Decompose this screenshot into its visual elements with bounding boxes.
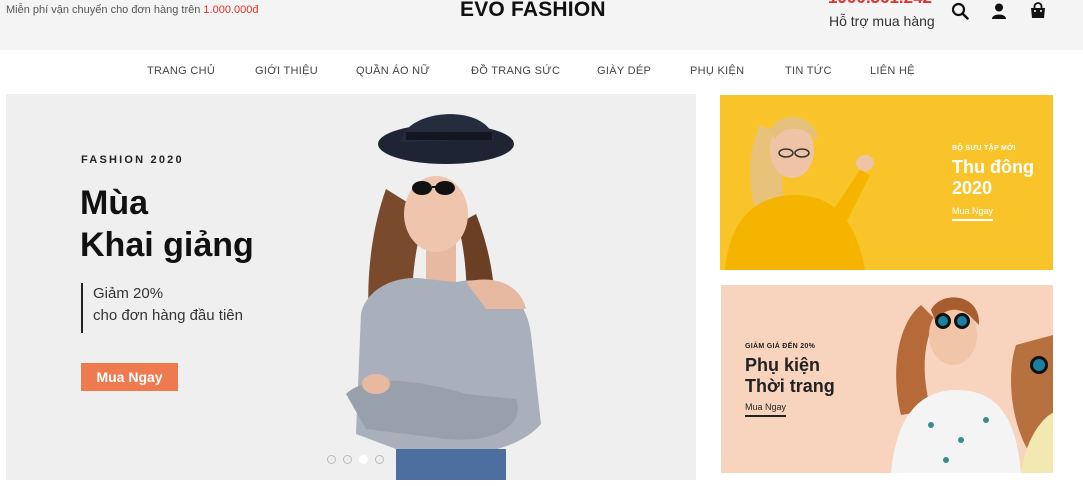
banner-title-line2: 2020 — [952, 178, 993, 198]
banner-title-line1: Phụ kiện — [745, 355, 821, 375]
nav-item-jewelry[interactable]: ĐỒ TRANG SỨC — [471, 65, 560, 77]
nav-item-home[interactable]: TRANG CHỦ — [147, 65, 215, 77]
slider-dot-2[interactable] — [343, 455, 352, 464]
hero-buy-now-button[interactable]: Mua Ngay — [81, 363, 178, 391]
banner-autumn-winter[interactable]: BỘ SƯU TẬP MỚI Thu đông 2020 Mua Ngay — [720, 95, 1053, 270]
hero-slider[interactable]: FASHION 2020 Mùa Khai giảng Giảm 20% cho… — [6, 94, 696, 480]
hero-title-line2: Khai giảng — [80, 226, 254, 264]
banner-title-line2: Thời trang — [745, 376, 835, 396]
nav-item-contact[interactable]: LIÊN HỆ — [870, 65, 915, 77]
banner-title-line1: Thu đông — [952, 157, 1034, 177]
slider-dot-3[interactable] — [359, 455, 368, 464]
hero-title: Mùa Khai giảng — [80, 182, 254, 266]
hero-title-line1: Mùa — [80, 184, 148, 222]
site-logo[interactable]: EVO FASHION — [460, 0, 606, 22]
nav-item-news[interactable]: TIN TỨC — [785, 65, 832, 77]
hero-offer-line2: cho đơn hàng đầu tiên — [93, 307, 243, 324]
shipping-promo: Miễn phí vận chuyển cho đơn hàng trên 1.… — [6, 4, 258, 16]
hero-offer: Giảm 20% cho đơn hàng đầu tiên — [81, 283, 243, 333]
nav-item-women-clothing[interactable]: QUẦN ÁO NỮ — [356, 65, 430, 77]
banner-title: Phụ kiện Thời trang — [745, 355, 835, 397]
top-bar: Miễn phí vận chuyển cho đơn hàng trên 1.… — [0, 0, 1083, 50]
promo-text: Miễn phí vận chuyển cho đơn hàng trên — [6, 4, 204, 16]
slider-dot-4[interactable] — [375, 455, 384, 464]
banner-model-image — [725, 117, 874, 270]
banner-buy-now-link[interactable]: Mua Ngay — [952, 206, 994, 221]
support-label: Hỗ trợ mua hàng — [829, 13, 935, 29]
banner-models-image — [891, 297, 1053, 473]
shopping-bag-icon[interactable] — [1029, 2, 1047, 20]
main-nav: TRANG CHỦ GIỚI THIỆU QUẦN ÁO NỮ ĐỒ TRANG… — [0, 50, 1083, 94]
hero-eyebrow: FASHION 2020 — [81, 154, 184, 166]
banner-title: Thu đông 2020 — [952, 157, 1034, 199]
search-icon[interactable] — [951, 2, 969, 20]
banner-eyebrow: BỘ SƯU TẬP MỚI — [952, 145, 1016, 152]
promo-amount: 1.000.000đ — [203, 4, 259, 16]
banner-accessories[interactable]: GIẢM GIÁ ĐẾN 20% Phụ kiện Thời trang Mua… — [721, 285, 1053, 473]
slider-dot-1[interactable] — [327, 455, 336, 464]
nav-item-about[interactable]: GIỚI THIỆU — [255, 65, 318, 77]
hero-offer-line1: Giảm 20% — [93, 285, 164, 302]
nav-item-shoes[interactable]: GIÀY DÉP — [597, 65, 651, 77]
user-icon[interactable] — [990, 2, 1008, 20]
slider-pagination — [327, 455, 384, 464]
banner-eyebrow: GIẢM GIÁ ĐẾN 20% — [745, 343, 816, 350]
nav-item-accessories[interactable]: PHỤ KIỆN — [690, 65, 744, 77]
hotline-number[interactable]: 1900.561.242 — [828, 0, 932, 8]
banner-buy-now-link[interactable]: Mua Ngay — [745, 402, 787, 417]
hero-model-image — [346, 114, 541, 480]
